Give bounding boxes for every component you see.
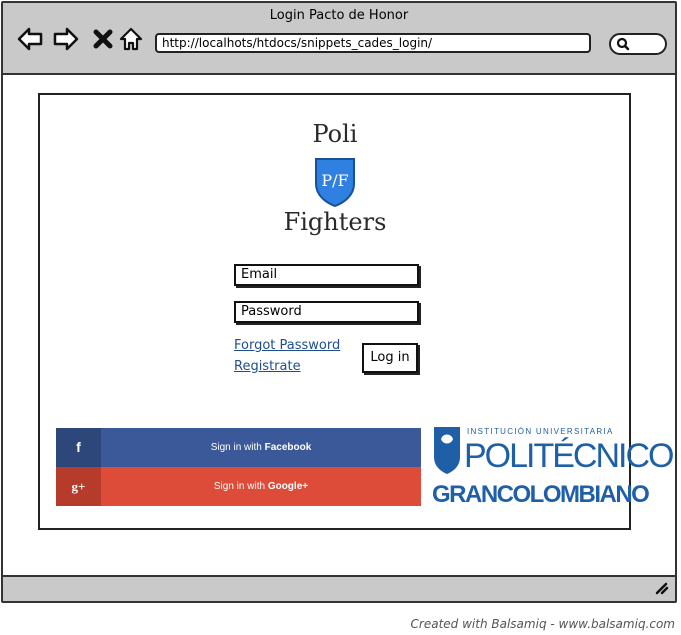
poli-fighters-logo: Poli P/F Fighters — [280, 120, 390, 246]
politecnico-logo: INSTITUCIÓN UNIVERSITARIA POLITÉCNICO GR… — [432, 425, 674, 515]
stop-close-icon[interactable] — [89, 25, 117, 53]
facebook-icon: f — [56, 428, 101, 467]
google-plus-icon: g+ — [56, 467, 101, 506]
politecnico-name2: GRANCOLOMBIANO — [432, 481, 650, 508]
google-signin-button[interactable]: g+ Sign in with Google+ — [56, 467, 421, 506]
password-field[interactable]: Password — [234, 301, 419, 323]
politecnico-subtitle: INSTITUCIÓN UNIVERSITARIA — [467, 427, 614, 436]
balsamiq-credit: Created with Balsamiq - www.balsamiq.com — [410, 617, 675, 631]
address-bar[interactable]: http://localhots/htdocs/snippets_cades_l… — [155, 33, 591, 53]
facebook-brand: Facebook — [264, 442, 312, 453]
browser-statusbar — [3, 575, 675, 601]
google-brand: Google+ — [267, 481, 309, 492]
facebook-signin-prefix: Sign in with — [210, 442, 265, 453]
google-signin-prefix: Sign in with — [213, 481, 268, 492]
browser-titlebar: Login Pacto de Honor http://localhots/ht… — [3, 3, 675, 75]
email-field[interactable]: Email — [234, 264, 419, 286]
window-title: Login Pacto de Honor — [269, 8, 409, 23]
logo-line1: Poli — [312, 120, 358, 148]
back-arrow-icon[interactable] — [16, 25, 44, 53]
facebook-signin-button[interactable]: f Sign in with Facebook — [56, 428, 421, 467]
google-signin-label: Sign in with Google+ — [101, 467, 421, 506]
register-link[interactable]: Registrate — [234, 359, 301, 374]
login-button[interactable]: Log in — [362, 343, 418, 373]
politecnico-name: POLITÉCNICO — [464, 437, 674, 475]
politecnico-shield-icon — [434, 427, 460, 474]
facebook-signin-label: Sign in with Facebook — [101, 428, 421, 467]
search-box[interactable] — [609, 33, 667, 55]
shield-icon: P/F — [315, 158, 355, 208]
login-panel: Poli P/F Fighters Email Password Forgot … — [38, 93, 674, 530]
logo-line2: Fighters — [283, 208, 387, 236]
browser-window: Login Pacto de Honor http://localhots/ht… — [1, 1, 677, 603]
forgot-password-link[interactable]: Forgot Password — [234, 338, 340, 353]
resize-grip-icon[interactable] — [653, 581, 669, 595]
home-icon[interactable] — [117, 25, 145, 53]
logo-badge: P/F — [321, 171, 348, 190]
forward-arrow-icon[interactable] — [52, 25, 80, 53]
search-icon — [616, 37, 630, 51]
